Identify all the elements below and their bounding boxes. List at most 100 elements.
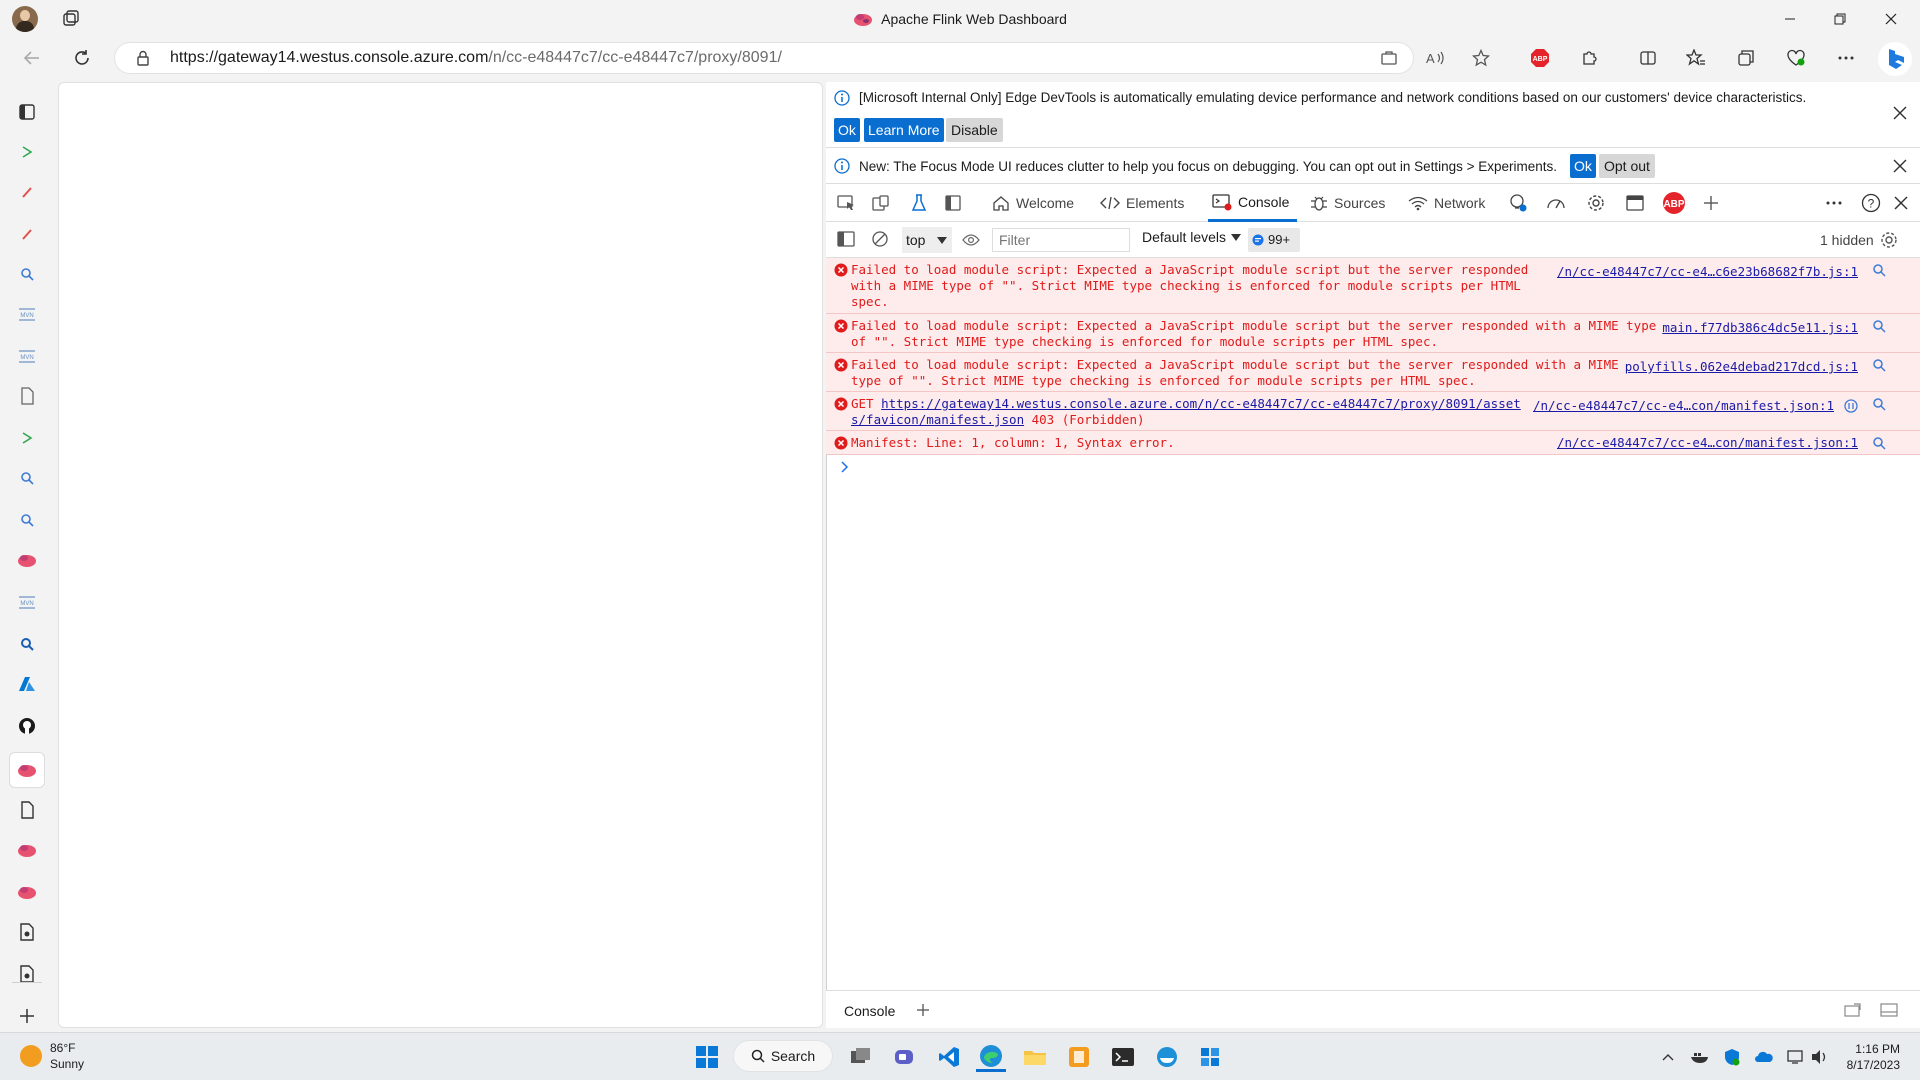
- drawer-tab-console[interactable]: Console: [844, 1003, 895, 1019]
- start-windows-icon[interactable]: [692, 1042, 722, 1072]
- close-devtools-icon[interactable]: [1888, 190, 1914, 216]
- task-view-icon[interactable]: [846, 1042, 876, 1072]
- tab-github-icon[interactable]: [13, 712, 41, 740]
- context-selector[interactable]: top: [902, 227, 952, 253]
- search-icon[interactable]: [1872, 263, 1886, 277]
- tab-search-icon[interactable]: [13, 464, 41, 492]
- add-drawer-tab-plus-icon[interactable]: [916, 1003, 930, 1017]
- console-settings-gear-icon[interactable]: [1878, 229, 1900, 251]
- vertical-tabs-icon[interactable]: [13, 98, 41, 126]
- inspect-element-icon[interactable]: [833, 190, 859, 216]
- console-error-message[interactable]: Failed to load module script: Expected a…: [826, 314, 1920, 353]
- favorites-icon[interactable]: [1680, 44, 1712, 72]
- tab-document-icon[interactable]: [13, 796, 41, 824]
- onedrive-tray-icon[interactable]: [1754, 1047, 1774, 1067]
- console-error-message[interactable]: Failed to load module script: Expected a…: [826, 353, 1920, 392]
- tab-flink-icon[interactable]: [13, 878, 41, 906]
- file-explorer-icon[interactable]: [1020, 1042, 1050, 1072]
- remote-desktop-icon[interactable]: [1196, 1042, 1226, 1072]
- tab-chevron-icon[interactable]: [13, 138, 41, 166]
- source-link[interactable]: main.f77db386c4dc5e11.js:1: [1662, 320, 1858, 336]
- console-prompt-chevron-icon[interactable]: [838, 460, 852, 474]
- tab-file-gear-icon[interactable]: [13, 918, 41, 946]
- more-tools-plus-icon[interactable]: [1698, 190, 1724, 216]
- clock-time[interactable]: 1:16 PM: [1840, 1042, 1900, 1056]
- experiments-flask-icon[interactable]: [906, 190, 932, 216]
- tab-flink-icon[interactable]: [13, 836, 41, 864]
- office-app-icon[interactable]: [1064, 1042, 1094, 1072]
- terminal-icon[interactable]: [1108, 1042, 1138, 1072]
- issues-counter[interactable]: 99+: [1248, 228, 1300, 252]
- learn-more-button[interactable]: Learn More: [864, 118, 944, 142]
- vscode-icon[interactable]: [934, 1042, 964, 1072]
- close-icon[interactable]: [1891, 157, 1909, 175]
- infobar-ok-button[interactable]: Ok: [1570, 154, 1596, 178]
- tab-console[interactable]: Console: [1208, 184, 1298, 222]
- weather-condition[interactable]: Sunny: [50, 1057, 84, 1071]
- source-link[interactable]: /n/cc-e48447c7/cc-e4…con/manifest.json:1: [1533, 398, 1834, 414]
- web-page-viewport[interactable]: [58, 82, 823, 1028]
- console-sidebar-icon[interactable]: [834, 227, 858, 251]
- collapse-drawer-icon[interactable]: [1880, 1003, 1898, 1017]
- clock-date[interactable]: 8/17/2023: [1830, 1058, 1900, 1072]
- search-icon[interactable]: [1872, 397, 1886, 411]
- tab-document-icon[interactable]: [13, 382, 41, 410]
- sun-weather-icon[interactable]: [20, 1045, 42, 1067]
- disable-button[interactable]: Disable: [946, 118, 1003, 142]
- split-screen-icon[interactable]: [1632, 44, 1664, 72]
- tab-file-gear-icon[interactable]: [13, 960, 41, 988]
- collections-icon[interactable]: [1730, 44, 1762, 72]
- bing-copilot-icon[interactable]: [1878, 42, 1912, 76]
- docker-desktop-icon[interactable]: [1152, 1042, 1182, 1072]
- live-expression-eye-icon[interactable]: [958, 228, 984, 252]
- search-icon[interactable]: [1872, 358, 1886, 372]
- tab-sources[interactable]: Sources: [1310, 184, 1385, 222]
- failed-request-url[interactable]: s/favicon/manifest.json: [851, 412, 1024, 427]
- default-levels-dropdown[interactable]: Default levels: [1142, 229, 1242, 245]
- toggle-sidebar-icon[interactable]: [940, 190, 966, 216]
- adblock-plus-icon[interactable]: ABP: [1524, 44, 1556, 72]
- clear-console-icon[interactable]: [868, 227, 892, 251]
- tab-chevron-icon[interactable]: [13, 424, 41, 452]
- teams-chat-icon[interactable]: [890, 1042, 920, 1072]
- console-error-message[interactable]: Failed to load module script: Expected a…: [826, 258, 1920, 314]
- close-icon[interactable]: [1891, 104, 1909, 122]
- tab-search-icon[interactable]: [13, 260, 41, 288]
- taskbar-search[interactable]: Search: [733, 1040, 833, 1072]
- console-filter-input[interactable]: [992, 228, 1130, 252]
- tab-mvn-icon[interactable]: MVN: [13, 300, 41, 328]
- restore-button[interactable]: [1815, 0, 1865, 38]
- edge-browser-icon[interactable]: [976, 1042, 1006, 1072]
- tab-network[interactable]: Network: [1408, 184, 1485, 222]
- adblock-plus-tab-icon[interactable]: ABP: [1661, 190, 1687, 216]
- help-icon[interactable]: ?: [1858, 190, 1884, 216]
- customize-more-icon[interactable]: [1821, 190, 1847, 216]
- search-icon[interactable]: [1872, 436, 1886, 450]
- source-link[interactable]: /n/cc-e48447c7/cc-e4…c6e23b68682f7b.js:1: [1557, 264, 1858, 280]
- tab-flink-icon[interactable]: [13, 546, 41, 574]
- device-emulation-icon[interactable]: [868, 190, 894, 216]
- favorite-star-icon[interactable]: [1468, 46, 1494, 70]
- opt-out-button[interactable]: Opt out: [1599, 154, 1655, 178]
- lock-icon[interactable]: [134, 48, 152, 68]
- source-link[interactable]: polyfills.062e4debad217dcd.js:1: [1625, 359, 1858, 375]
- search-icon[interactable]: [1872, 319, 1886, 333]
- dock-drawer-icon[interactable]: [1844, 1003, 1862, 1017]
- app-available-icon[interactable]: [1376, 46, 1402, 70]
- minimize-button[interactable]: [1765, 0, 1815, 38]
- performance-insights-icon[interactable]: [1505, 190, 1531, 216]
- docker-tray-icon[interactable]: [1690, 1047, 1710, 1067]
- read-aloud-icon[interactable]: A: [1422, 46, 1448, 70]
- show-hidden-icons-chevron[interactable]: [1658, 1047, 1678, 1067]
- tab-search-icon[interactable]: [13, 630, 41, 658]
- back-button[interactable]: [18, 46, 46, 70]
- close-window-button[interactable]: [1866, 0, 1916, 38]
- console-error-message[interactable]: GET https://gateway14.westus.console.azu…: [826, 392, 1920, 431]
- settings-gear-icon[interactable]: [1583, 190, 1609, 216]
- tab-azure-icon[interactable]: [13, 670, 41, 698]
- tab-mvn-icon[interactable]: MVN: [13, 588, 41, 616]
- tab-pen-icon[interactable]: [13, 178, 41, 206]
- application-panel-icon[interactable]: [1622, 190, 1648, 216]
- performance-gauge-icon[interactable]: [1543, 190, 1569, 216]
- new-tab-plus-icon[interactable]: [13, 1002, 41, 1030]
